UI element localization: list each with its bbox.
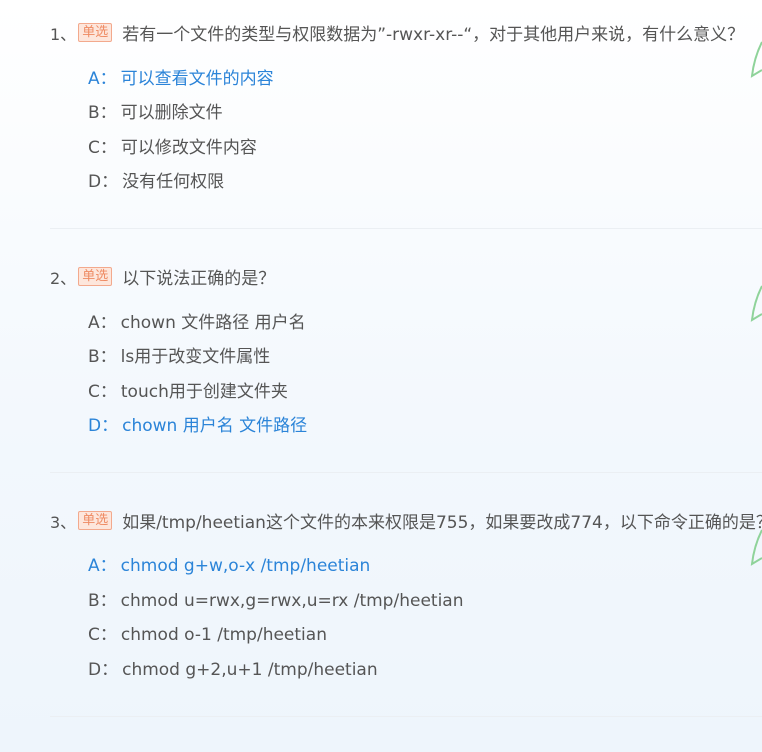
question-text: 以下说法正确的是？ — [122, 269, 276, 289]
option-c[interactable]: C： touch用于创建文件夹 — [88, 377, 288, 402]
option-letter: A： — [88, 556, 117, 576]
option-letter: A： — [88, 69, 117, 89]
option-text: 可以查看文件的内容 — [120, 69, 274, 89]
option-letter: D： — [88, 660, 119, 680]
single-choice-badge: 单选 — [78, 267, 113, 286]
divider — [50, 228, 762, 229]
option-a[interactable]: A： chmod g+w,o-x /tmp/heetian — [88, 551, 370, 576]
option-c[interactable]: C： chmod o-1 /tmp/heetian — [88, 620, 327, 645]
option-letter: B： — [88, 347, 117, 367]
question-number: 2、 — [50, 268, 77, 288]
option-letter: C： — [88, 138, 117, 158]
option-text: 没有任何权限 — [122, 172, 225, 192]
option-b[interactable]: B： chmod u=rwx,g=rwx,u=rx /tmp/heetian — [88, 586, 463, 611]
option-b[interactable]: B： 可以删除文件 — [88, 98, 223, 123]
divider — [50, 716, 762, 717]
option-letter: D： — [88, 416, 119, 436]
option-a[interactable]: A： 可以查看文件的内容 — [88, 64, 274, 89]
question-1-header: 1、 单选 若有一个文件的类型与权限数据为”-rwxr-xr--“，对于其他用户… — [50, 20, 744, 45]
option-letter: C： — [88, 625, 117, 645]
check-mark-icon — [750, 41, 762, 78]
option-letter: B： — [88, 103, 117, 123]
option-text: 可以修改文件内容 — [120, 138, 257, 158]
option-d[interactable]: D： 没有任何权限 — [88, 167, 224, 192]
option-b[interactable]: B： ls用于改变文件属性 — [88, 342, 270, 367]
option-c[interactable]: C： 可以修改文件内容 — [88, 133, 257, 158]
option-text: ls用于改变文件属性 — [120, 347, 271, 367]
single-choice-badge: 单选 — [78, 511, 113, 530]
question-number: 1、 — [50, 24, 77, 44]
option-text: chmod g+w,o-x /tmp/heetian — [120, 556, 371, 576]
option-d[interactable]: D： chown 用户名 文件路径 — [88, 411, 307, 436]
option-text: chmod o-1 /tmp/heetian — [120, 625, 327, 645]
option-text: chown 文件路径 用户名 — [120, 313, 306, 333]
question-number: 3、 — [50, 512, 77, 532]
option-text: chmod u=rwx,g=rwx,u=rx /tmp/heetian — [120, 591, 464, 611]
option-a[interactable]: A： chown 文件路径 用户名 — [88, 308, 306, 333]
option-text: 可以删除文件 — [120, 103, 223, 123]
question-text: 若有一个文件的类型与权限数据为”-rwxr-xr--“，对于其他用户来说，有什么… — [122, 25, 745, 45]
option-text: chown 用户名 文件路径 — [122, 416, 308, 436]
option-letter: D： — [88, 172, 119, 192]
option-d[interactable]: D： chmod g+2,u+1 /tmp/heetian — [88, 655, 378, 680]
question-3-header: 3、 单选 如果/tmp/heetian这个文件的本来权限是755，如果要改成7… — [50, 508, 762, 533]
question-text: 如果/tmp/heetian这个文件的本来权限是755，如果要改成774，以下命… — [122, 513, 762, 533]
option-letter: A： — [88, 313, 117, 333]
single-choice-badge: 单选 — [78, 23, 113, 42]
option-text: touch用于创建文件夹 — [120, 382, 288, 402]
option-letter: B： — [88, 591, 117, 611]
question-2-header: 2、 单选 以下说法正确的是？ — [50, 264, 275, 289]
check-mark-icon — [750, 285, 762, 322]
check-mark-icon — [750, 529, 762, 566]
option-letter: C： — [88, 382, 117, 402]
divider — [50, 472, 762, 473]
option-text: chmod g+2,u+1 /tmp/heetian — [122, 660, 378, 680]
